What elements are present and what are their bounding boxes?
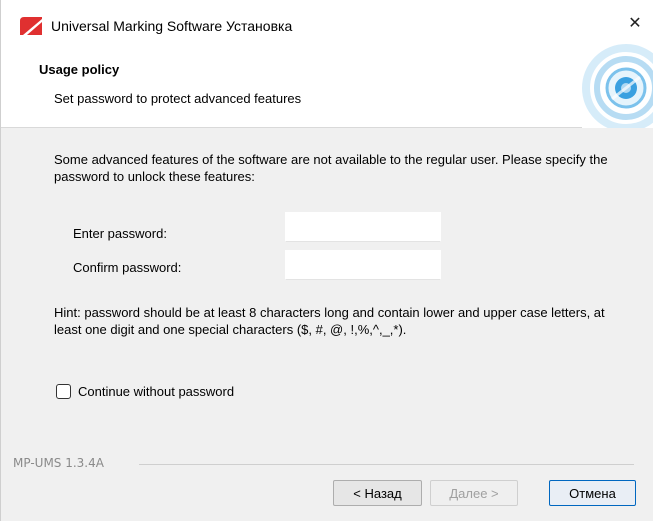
- wizard-content: Some advanced features of the software a…: [1, 129, 653, 449]
- password-hint-text: Hint: password should be at least 8 char…: [54, 305, 605, 337]
- wizard-header: Usage policy Set password to protect adv…: [1, 44, 653, 128]
- window-title: Universal Marking Software Установка: [51, 18, 293, 34]
- confirm-password-input[interactable]: [285, 250, 441, 280]
- cancel-button[interactable]: Отмена: [549, 480, 636, 506]
- footer-divider: [139, 464, 634, 465]
- back-button[interactable]: < Назад: [333, 480, 422, 506]
- page-subtitle: Set password to protect advanced feature…: [54, 91, 302, 106]
- title-bar: Universal Marking Software Установка ✕: [1, 0, 653, 44]
- version-label: MP-UMS 1.3.4A: [13, 456, 104, 470]
- red-slash-logo-icon: [20, 17, 42, 35]
- checkbox-label: Continue without password: [78, 384, 235, 399]
- next-button[interactable]: Далее >: [430, 480, 518, 506]
- enter-password-input[interactable]: [285, 212, 441, 242]
- target-graphic-icon: [582, 44, 653, 128]
- description-text: Some advanced features of the software a…: [54, 152, 608, 184]
- confirm-password-label: Confirm password:: [73, 260, 182, 275]
- close-button[interactable]: ✕: [616, 8, 653, 38]
- installer-window: Universal Marking Software Установка ✕ U…: [0, 0, 653, 521]
- continue-without-password-checkbox[interactable]: Continue without password: [56, 384, 234, 399]
- page-title: Usage policy: [39, 62, 120, 77]
- enter-password-label: Enter password:: [73, 226, 167, 241]
- checkbox-box[interactable]: [56, 384, 71, 399]
- close-icon: ✕: [628, 15, 642, 32]
